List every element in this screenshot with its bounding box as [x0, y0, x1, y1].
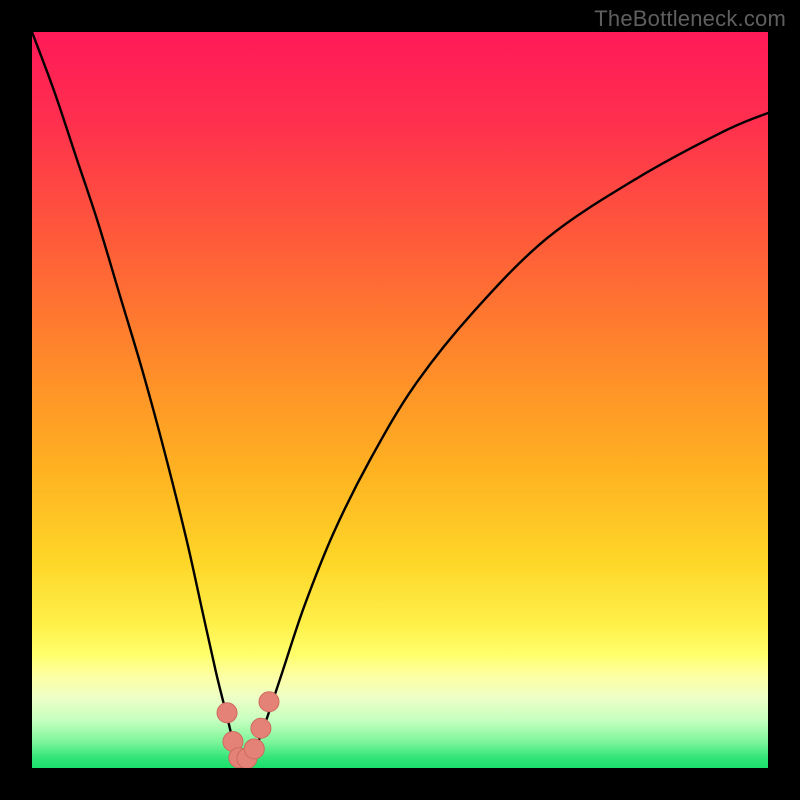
optimal-marker	[217, 703, 237, 723]
bottleneck-curve	[32, 32, 768, 762]
plot-area	[32, 32, 768, 768]
watermark-text: TheBottleneck.com	[594, 6, 786, 32]
optimal-marker	[251, 718, 271, 738]
optimal-marker	[244, 739, 264, 759]
curve-layer	[32, 32, 768, 768]
chart-frame: TheBottleneck.com	[0, 0, 800, 800]
optimal-marker	[259, 692, 279, 712]
optimal-markers	[217, 692, 279, 768]
